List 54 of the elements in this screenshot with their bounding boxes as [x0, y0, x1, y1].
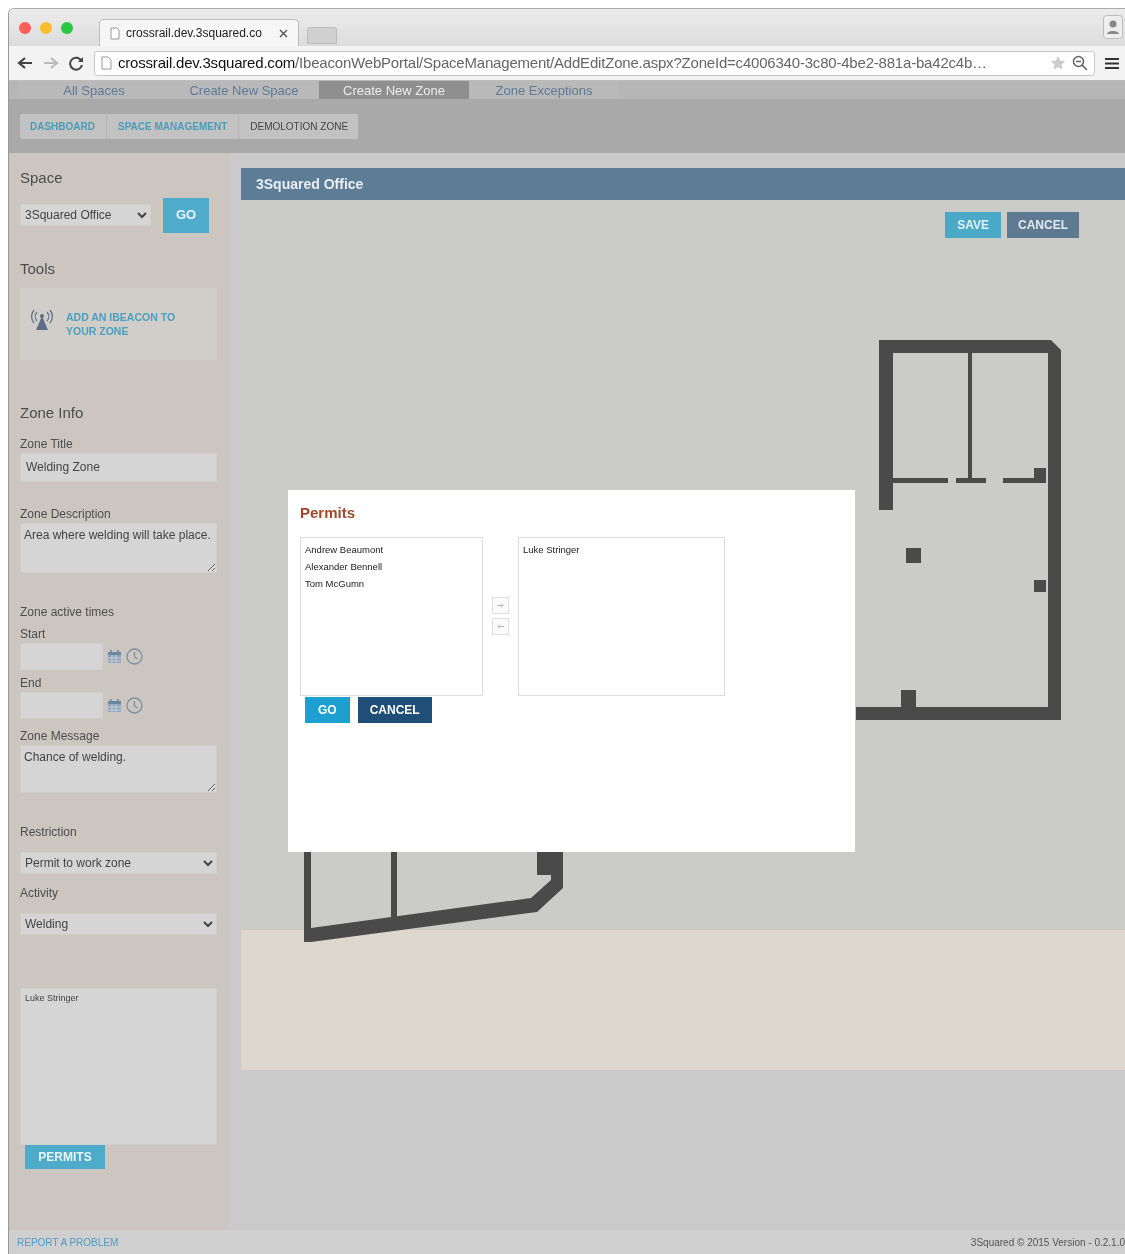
move-right-button[interactable] — [492, 597, 509, 614]
cancel-button[interactable]: CANCEL — [357, 696, 432, 723]
back-arrow-icon[interactable] — [17, 56, 33, 70]
restriction-select[interactable]: Permit to work zone — [20, 851, 217, 874]
version-text: 3Squared © 2015 Version - 0.2.1.0 — [970, 1235, 1125, 1250]
list-item[interactable]: Andrew Beaumont — [305, 540, 478, 558]
field-label: Zone Title — [20, 435, 74, 453]
zone-title-field[interactable]: Welding Zone — [20, 452, 217, 482]
list-item: Luke Stringer — [25, 991, 80, 1005]
url-text: crossrail.dev.3squared.com/IbeaconWebPortal/SpaceManagement/AddEditZone.aspx?ZoneId=c4006340-3c80-4be2-881a-ba42c4b… — [118, 52, 987, 73]
dialog-title: Permits — [300, 503, 357, 523]
new-tab-button[interactable] — [307, 27, 337, 44]
field-label: Zone Message — [20, 727, 101, 745]
address-bar[interactable]: crossrail.dev.3squared.com/IbeaconWebPortal/SpaceManagement/AddEditZone.aspx?ZoneId=c4006340-3c80-4be2-881a-ba42c4b… — [94, 50, 1095, 76]
page-icon — [110, 26, 120, 40]
permit-list[interactable]: Luke Stringer — [518, 536, 725, 696]
list-item[interactable]: Alexander Bennell — [305, 557, 478, 575]
menu-icon[interactable] — [1105, 56, 1119, 70]
field-label: End — [20, 674, 43, 692]
space-select[interactable]: 3Squared Office — [20, 204, 151, 226]
list-item[interactable]: Tom McGumn — [305, 574, 478, 592]
clock-icon[interactable] — [126, 647, 143, 665]
maximize-window-button[interactable] — [61, 22, 73, 34]
breadcrumb-current: DEMOLOTION ZONE — [250, 119, 349, 134]
calendar-icon[interactable] — [107, 697, 122, 713]
activity-select[interactable]: Welding — [20, 912, 217, 935]
field-label: Activity — [20, 884, 59, 902]
field-label: Start — [20, 625, 47, 643]
section-heading: Space — [20, 168, 64, 188]
section-heading: Zone Info — [20, 403, 85, 423]
left-arrow-icon — [497, 624, 504, 629]
list-item[interactable]: Luke Stringer — [523, 540, 720, 558]
field-label: Zone active times — [20, 603, 116, 621]
move-left-button[interactable] — [492, 618, 509, 635]
zoom-icon[interactable] — [1072, 55, 1088, 71]
star-icon[interactable] — [1050, 55, 1066, 71]
field-label: Restriction — [20, 823, 78, 841]
person-icon[interactable] — [1103, 15, 1123, 39]
right-arrow-icon — [497, 603, 504, 608]
clock-icon[interactable] — [126, 696, 143, 714]
cancel-button[interactable]: CANCEL — [1007, 212, 1079, 238]
close-icon[interactable] — [279, 28, 288, 38]
page-icon — [101, 56, 112, 70]
close-window-button[interactable] — [19, 22, 31, 34]
zone-description-field[interactable]: Area where welding will take place. — [20, 522, 217, 573]
calendar-icon[interactable] — [107, 648, 122, 664]
zone-message-field[interactable]: Chance of welding. — [20, 744, 217, 793]
minimize-window-button[interactable] — [40, 22, 52, 34]
forward-arrow-icon[interactable] — [43, 56, 59, 70]
field-label: Zone Description — [20, 505, 112, 523]
panel-header: 3Squared Office — [241, 168, 1125, 200]
section-heading: Tools — [20, 258, 57, 279]
reload-icon[interactable] — [69, 55, 84, 71]
permit-list[interactable]: Andrew Beaumont Alexander Bennell Tom McGumn — [300, 536, 483, 696]
